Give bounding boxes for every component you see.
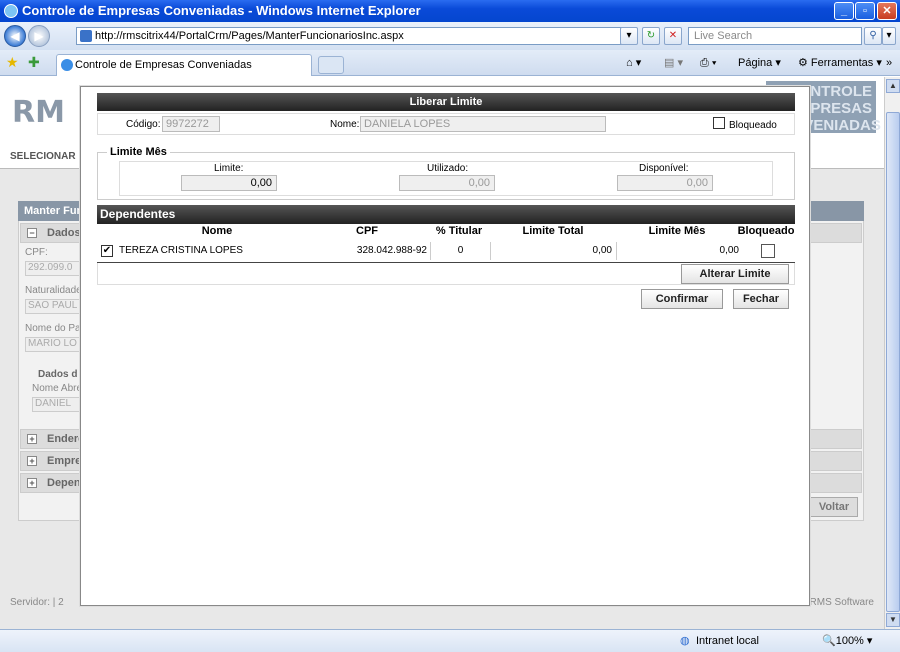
maximize-button[interactable]: ▫ <box>855 2 875 20</box>
col-cpf: CPF <box>356 225 378 237</box>
search-options-icon[interactable]: ▾ <box>882 27 896 45</box>
collapse-icon: − <box>27 228 37 238</box>
header-fields: Código: 9972272 Nome: DANIELA LOPES Bloq… <box>97 113 795 135</box>
liberar-limite-dialog: Liberar Limite Código: 9972272 Nome: DAN… <box>80 86 810 606</box>
selecionar-label: SELECIONAR <box>10 151 76 162</box>
naturalidade-field[interactable]: SAO PAUL <box>25 299 85 314</box>
search-icon[interactable]: ⚲ <box>864 27 882 45</box>
ie-logo-icon <box>4 4 18 18</box>
col-titular: % Titular <box>435 225 483 237</box>
page-menu-label: Página <box>738 57 773 69</box>
new-tab-button[interactable] <box>318 56 344 74</box>
voltar-button[interactable]: Voltar <box>810 497 858 517</box>
rm-logo: RM <box>12 95 65 130</box>
tools-menu[interactable]: ⚙ Ferramentas ▾ <box>798 55 882 71</box>
stop-icon[interactable]: ✕ <box>664 27 682 45</box>
feeds-icon[interactable]: ▤ ▾ <box>664 55 683 71</box>
close-window-button[interactable]: ✕ <box>877 2 897 20</box>
address-dropdown-icon[interactable]: ▾ <box>620 27 638 45</box>
favorites-star-icon[interactable]: ★ <box>6 54 19 71</box>
scroll-up-icon[interactable]: ▲ <box>886 79 900 93</box>
navigation-bar: ◀ ▶ http://rmscitrix44/PortalCrm/Pages/M… <box>0 22 900 50</box>
dados-sub-label: Dados d <box>38 369 78 380</box>
naturalidade-label: Naturalidade <box>25 285 82 296</box>
col-limite-total: Limite Total <box>522 225 584 237</box>
window-titlebar: Controle de Empresas Conveniadas - Windo… <box>0 0 900 22</box>
scroll-down-icon[interactable]: ▼ <box>886 613 900 627</box>
back-button[interactable]: ◀ <box>4 25 26 47</box>
scroll-thumb[interactable] <box>886 112 900 612</box>
page-icon <box>80 30 92 42</box>
section-endereco-label: Endere <box>47 433 85 445</box>
limite-label: Limite: <box>214 163 244 174</box>
footer-server: Servidor: | 2 <box>10 597 64 608</box>
bloqueado-checkbox[interactable] <box>713 117 725 129</box>
utilizado-field: 0,00 <box>399 175 495 191</box>
address-bar[interactable]: http://rmscitrix44/PortalCrm/Pages/Mante… <box>76 27 636 45</box>
address-url: http://rmscitrix44/PortalCrm/Pages/Mante… <box>95 30 404 42</box>
tab-controle-empresas[interactable]: Controle de Empresas Conveniadas <box>56 54 312 76</box>
minimize-button[interactable]: _ <box>834 2 854 20</box>
cpf-field[interactable]: 292.099.0 <box>25 261 85 276</box>
nome-pai-label: Nome do Pai <box>25 323 83 334</box>
expand-icon: + <box>27 478 37 488</box>
more-chevron-icon[interactable]: » <box>886 55 892 71</box>
home-icon[interactable]: ⌂ ▾ <box>626 55 641 71</box>
utilizado-label: Utilizado: <box>427 163 469 174</box>
alterar-limite-button[interactable]: Alterar Limite <box>681 264 789 284</box>
tab-ie-icon <box>61 59 73 71</box>
page-scrollbar[interactable]: ▲ ▼ <box>884 77 900 629</box>
window-title: Controle de Empresas Conveniadas - Windo… <box>22 3 421 18</box>
zone-label: Intranet local <box>696 635 759 647</box>
codigo-field[interactable]: 9972272 <box>162 116 220 132</box>
codigo-label: Código: <box>126 119 161 130</box>
disponivel-field: 0,00 <box>617 175 713 191</box>
nome-abrev-label: Nome Abre <box>32 383 83 394</box>
search-placeholder: Live Search <box>694 30 753 42</box>
section-dados-label: Dados <box>47 227 81 239</box>
footer-brand: RMS Software <box>809 597 874 608</box>
limite-mes-legend: Limite Mês <box>107 146 170 158</box>
forward-button[interactable]: ▶ <box>28 25 50 47</box>
refresh-icon[interactable]: ↻ <box>642 27 660 45</box>
status-bar: ◍ Intranet local 🔍100% ▾ <box>0 629 900 652</box>
section-empresa-label: Empre <box>47 455 82 467</box>
row-nome: TEREZA CRISTINA LOPES <box>119 245 243 256</box>
globe-icon: ◍ <box>680 635 690 647</box>
bloqueado-label: Bloqueado <box>729 120 777 131</box>
row-bloqueado-checkbox[interactable] <box>761 244 775 258</box>
nome-field[interactable]: DANIELA LOPES <box>360 116 606 132</box>
dependentes-title: Dependentes <box>97 205 795 224</box>
row-cpf: 328.042.988-92 <box>317 242 431 260</box>
tab-title: Controle de Empresas Conveniadas <box>75 59 252 71</box>
dialog-title: Liberar Limite <box>97 93 795 111</box>
fechar-button[interactable]: Fechar <box>733 289 789 309</box>
limite-field[interactable]: 0,00 <box>181 175 277 191</box>
section-dependentes-label: Depen <box>47 477 81 489</box>
page-menu[interactable]: Página ▾ <box>738 55 781 71</box>
row-select-checkbox[interactable]: ✔ <box>101 245 113 257</box>
col-bloqueado: Bloqueado <box>737 225 795 237</box>
col-nome: Nome <box>201 225 233 237</box>
row-limite-mes: 0,00 <box>719 245 739 256</box>
tools-menu-label: Ferramentas <box>810 57 874 69</box>
expand-icon: + <box>27 456 37 466</box>
disponivel-label: Disponível: <box>639 163 689 174</box>
nome-label: Nome: <box>330 119 360 130</box>
row-limite-total: 0,00 <box>491 242 617 260</box>
print-icon[interactable]: ⎙ ▾ <box>700 55 716 71</box>
row-titular: 0 <box>431 242 491 260</box>
zoom-control[interactable]: 🔍100% ▾ <box>822 630 872 652</box>
col-limite-mes: Limite Mês <box>648 225 706 237</box>
zoom-label: 100% <box>835 635 864 647</box>
search-input[interactable]: Live Search <box>688 27 862 45</box>
cpf-label: CPF: <box>25 247 48 258</box>
nome-pai-field[interactable]: MARIO LO <box>25 337 85 352</box>
confirmar-button[interactable]: Confirmar <box>641 289 723 309</box>
add-favorites-icon[interactable]: ✚ <box>28 54 40 71</box>
expand-icon: + <box>27 434 37 444</box>
